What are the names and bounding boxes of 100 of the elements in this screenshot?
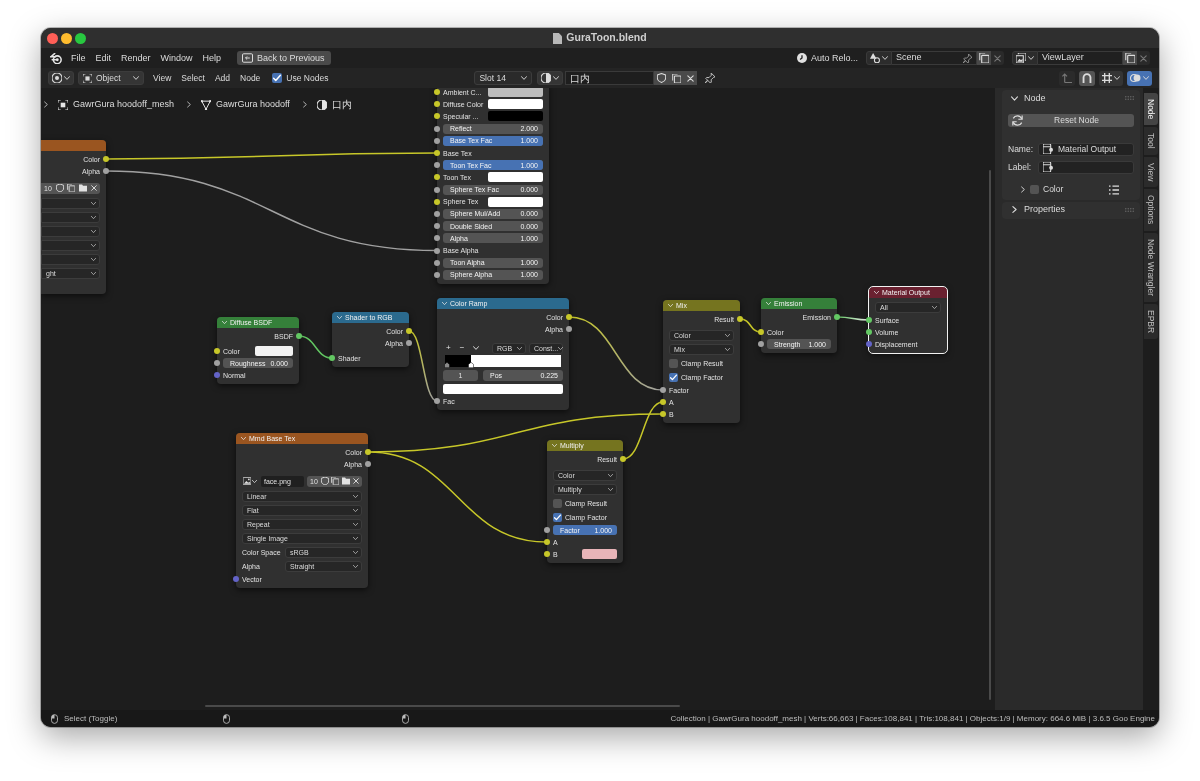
scrollbar[interactable] bbox=[205, 705, 680, 707]
socket-icon[interactable] bbox=[214, 360, 220, 366]
socket-icon[interactable] bbox=[434, 235, 440, 242]
menu-item[interactable]: Window bbox=[155, 53, 198, 63]
socket-icon[interactable] bbox=[544, 539, 550, 545]
text-field[interactable] bbox=[1038, 160, 1134, 174]
socket-icon[interactable] bbox=[434, 137, 440, 144]
socket-icon[interactable] bbox=[758, 329, 764, 335]
socket-icon[interactable] bbox=[566, 314, 572, 320]
chevron-icon[interactable] bbox=[1020, 186, 1026, 194]
menu-item[interactable]: View bbox=[148, 73, 177, 83]
unlink-button[interactable] bbox=[684, 71, 698, 85]
socket-icon[interactable] bbox=[434, 150, 440, 157]
snap-mode-dropdown[interactable] bbox=[1099, 70, 1123, 86]
color-swatch[interactable] bbox=[488, 88, 543, 98]
chevron-icon[interactable] bbox=[874, 290, 879, 295]
menu-item[interactable]: Edit bbox=[90, 53, 117, 63]
shield-icon[interactable] bbox=[55, 184, 64, 192]
socket-icon[interactable] bbox=[660, 399, 666, 405]
sidebar-tab[interactable]: View bbox=[1144, 156, 1158, 188]
socket-icon[interactable] bbox=[434, 101, 440, 108]
socket-icon[interactable] bbox=[660, 411, 666, 417]
menu-item[interactable]: Add bbox=[209, 73, 236, 83]
socket-icon[interactable] bbox=[365, 449, 371, 455]
checkbox[interactable] bbox=[669, 358, 678, 368]
socket-icon[interactable] bbox=[434, 125, 440, 132]
auto-reload-button[interactable]: Auto Relo... bbox=[796, 53, 858, 63]
sidebar-tab[interactable]: Options bbox=[1144, 189, 1158, 231]
socket-icon[interactable] bbox=[434, 162, 440, 169]
socket-icon[interactable] bbox=[660, 387, 666, 393]
socket-icon[interactable] bbox=[434, 247, 440, 254]
chevron-icon[interactable] bbox=[442, 301, 447, 306]
chevron-icon[interactable] bbox=[668, 303, 673, 308]
socket-icon[interactable] bbox=[434, 89, 440, 96]
remove-stop-button[interactable]: − bbox=[456, 344, 468, 352]
shield-icon[interactable] bbox=[320, 477, 329, 485]
pin-icon[interactable] bbox=[963, 53, 972, 63]
color-swatch[interactable] bbox=[443, 383, 563, 394]
editor-type-button[interactable] bbox=[48, 71, 74, 85]
panel-header[interactable]: Node bbox=[1008, 90, 1134, 106]
socket-icon[interactable] bbox=[620, 456, 626, 462]
pin-button[interactable] bbox=[705, 73, 716, 83]
fake-user-button[interactable] bbox=[654, 71, 670, 85]
new-button[interactable] bbox=[1123, 51, 1137, 65]
checkbox[interactable] bbox=[1030, 185, 1039, 195]
sidebar-tab[interactable]: Node Wrangler bbox=[1144, 232, 1158, 302]
socket-icon[interactable] bbox=[434, 259, 440, 266]
menu-item[interactable]: Help bbox=[197, 53, 227, 63]
sidebar-tab[interactable]: Node bbox=[1144, 93, 1158, 126]
reset-button[interactable]: Reset Node bbox=[1008, 114, 1134, 127]
socket-icon[interactable] bbox=[758, 341, 764, 347]
menu-item[interactable]: Select bbox=[176, 73, 210, 83]
material-browse-button[interactable] bbox=[537, 71, 564, 85]
color-swatch[interactable] bbox=[488, 111, 543, 122]
chevron-icon[interactable] bbox=[766, 301, 771, 306]
checkbox[interactable] bbox=[553, 498, 562, 508]
socket-icon[interactable] bbox=[296, 333, 302, 339]
color-swatch[interactable] bbox=[581, 549, 617, 559]
folder-icon[interactable] bbox=[79, 184, 88, 192]
image-browse-button[interactable] bbox=[242, 475, 258, 487]
sidebar-tab[interactable]: EPBR bbox=[1144, 303, 1158, 339]
new-button[interactable] bbox=[977, 51, 991, 65]
menu-item[interactable]: Render bbox=[116, 53, 156, 63]
color-swatch[interactable] bbox=[254, 346, 293, 356]
back-button[interactable]: Back to Previous bbox=[237, 51, 331, 65]
socket-icon[interactable] bbox=[434, 174, 440, 181]
material-field[interactable]: 口内 bbox=[565, 71, 655, 85]
socket-icon[interactable] bbox=[434, 198, 440, 205]
view-layer-field[interactable]: ViewLayer bbox=[1038, 51, 1123, 65]
slot-dropdown[interactable]: Slot 14 bbox=[474, 71, 533, 85]
logo-icon[interactable] bbox=[50, 52, 62, 64]
close-icon[interactable] bbox=[91, 185, 97, 191]
socket-icon[interactable] bbox=[544, 527, 550, 533]
socket-icon[interactable] bbox=[434, 210, 440, 217]
color-swatch[interactable] bbox=[488, 99, 543, 110]
checkbox[interactable] bbox=[553, 512, 562, 522]
socket-icon[interactable] bbox=[434, 271, 440, 278]
socket-icon[interactable] bbox=[834, 314, 840, 320]
socket-icon[interactable] bbox=[434, 113, 440, 120]
close-icon[interactable] bbox=[353, 478, 359, 484]
socket-icon[interactable] bbox=[866, 317, 872, 323]
sidebar-tab[interactable]: Tool bbox=[1144, 127, 1158, 155]
remove-button[interactable] bbox=[991, 51, 1004, 65]
socket-icon[interactable] bbox=[866, 329, 872, 335]
chevron-icon[interactable] bbox=[241, 436, 246, 441]
list-icon[interactable] bbox=[1109, 184, 1119, 195]
scrollbar[interactable] bbox=[989, 170, 991, 700]
text-field[interactable]: Material Output bbox=[1038, 142, 1134, 156]
checkbox[interactable] bbox=[272, 73, 283, 83]
copy-icon[interactable] bbox=[67, 184, 76, 192]
browse-button[interactable] bbox=[1012, 51, 1038, 65]
socket-icon[interactable] bbox=[566, 326, 572, 332]
socket-icon[interactable] bbox=[103, 156, 109, 162]
scene-field[interactable]: Scene bbox=[892, 51, 977, 65]
close-icon[interactable] bbox=[47, 32, 58, 44]
copy-icon[interactable] bbox=[331, 477, 340, 485]
overlays-button[interactable] bbox=[1127, 70, 1152, 86]
socket-icon[interactable] bbox=[103, 168, 109, 174]
socket-icon[interactable] bbox=[544, 551, 550, 557]
chevron-icon[interactable] bbox=[552, 443, 557, 448]
